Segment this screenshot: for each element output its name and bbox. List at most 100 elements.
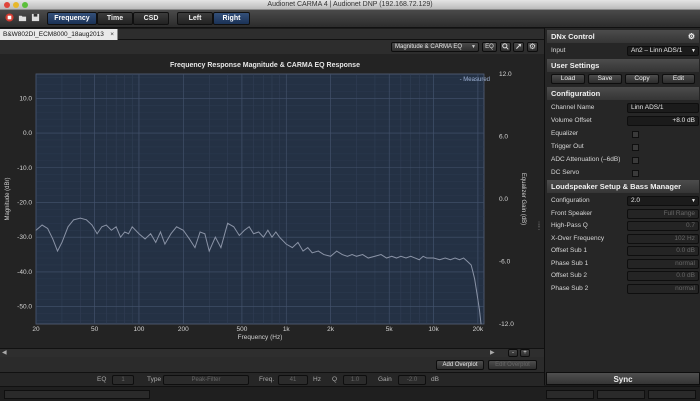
x-tick-label: 20k: [473, 326, 484, 333]
data-point: [285, 243, 287, 245]
loudspeaker-row-value: 0.7: [685, 222, 695, 229]
sync-button[interactable]: Sync: [546, 372, 700, 385]
edit-button[interactable]: Edit: [662, 74, 695, 84]
volume-offset-input[interactable]: +8.0 dB: [627, 116, 699, 126]
loudspeaker-row-field[interactable]: normal: [627, 258, 699, 269]
save-icon[interactable]: [30, 13, 40, 25]
loudspeaker-row-value: 0.0 dB: [676, 247, 695, 254]
dc-servo-checkbox[interactable]: [632, 170, 639, 177]
x-tick-label: 500: [236, 326, 247, 333]
search-icon[interactable]: [500, 42, 511, 52]
plot-toolbar: Magnitude & CARMA EQ ▼ EQ ⚙: [0, 40, 544, 54]
load-button[interactable]: Load: [551, 74, 585, 84]
y2-tick-label: 6.0: [499, 134, 508, 141]
channel-name-value: Linn ADS/1: [631, 104, 664, 111]
input-select[interactable]: An2 – Linn ADS/1 ▼: [627, 46, 699, 56]
data-point: [214, 236, 216, 238]
zoom-in-button[interactable]: +: [520, 349, 530, 357]
data-point: [101, 226, 103, 228]
panel-resize-handle[interactable]: ⋮ ⋮: [536, 222, 542, 231]
close-tab-icon[interactable]: ×: [110, 29, 114, 40]
eq-select[interactable]: 1: [112, 375, 134, 385]
chevron-down-icon: ▼: [691, 48, 696, 54]
loudspeaker-row-label: Phase Sub 2: [551, 284, 589, 292]
gear-icon[interactable]: ⚙: [527, 42, 538, 52]
data-point: [351, 254, 353, 255]
type-select[interactable]: Peak-Filter: [163, 375, 249, 385]
save-button[interactable]: Save: [588, 74, 622, 84]
data-point: [41, 224, 43, 226]
freq-input[interactable]: 41: [278, 375, 308, 385]
tab-label: B&W802DI_ECM8000_18aug2013: [3, 31, 104, 38]
loudspeaker-row-field[interactable]: 0.7: [627, 221, 699, 231]
status-field-3: [648, 390, 696, 399]
data-point: [170, 233, 172, 235]
left-channel-button[interactable]: Left: [177, 12, 213, 25]
data-point: [472, 271, 474, 273]
edit-overplot-button[interactable]: Edit Overplot: [488, 360, 537, 370]
scroll-left-icon[interactable]: ◀: [2, 349, 7, 356]
data-point: [182, 229, 184, 231]
data-point: [258, 231, 260, 233]
view-select-value: Magnitude & CARMA EQ: [395, 44, 463, 50]
eq-toggle-button[interactable]: EQ: [482, 42, 497, 52]
folder-icon[interactable]: [17, 13, 27, 25]
equalizer-label: Equalizer: [551, 130, 579, 137]
add-overplot-button[interactable]: Add Overplot: [436, 360, 484, 370]
data-point: [374, 255, 376, 257]
trigger-out-checkbox[interactable]: [632, 144, 639, 151]
gain-input[interactable]: -2.0: [398, 375, 426, 385]
q-input[interactable]: 1.0: [343, 375, 367, 385]
equalizer-checkbox[interactable]: [632, 131, 639, 138]
channel-name-input[interactable]: Linn ADS/1: [627, 103, 699, 113]
y-axis-label: Magnitude (dBr): [5, 177, 11, 220]
x-tick-label: 5k: [386, 326, 394, 333]
configuration-select[interactable]: 2.0 ▼: [627, 196, 699, 206]
loudspeaker-row-value: 2.0: [631, 197, 641, 204]
data-point: [459, 259, 460, 261]
data-point: [79, 217, 81, 219]
data-point: [253, 233, 254, 235]
y2-tick-label: -12.0: [499, 321, 514, 328]
input-label: Input: [551, 47, 566, 54]
adc-attenuation-checkbox[interactable]: [632, 157, 639, 164]
scroll-right-icon[interactable]: ▶: [490, 349, 495, 356]
stop-icon[interactable]: [4, 13, 14, 25]
measurement-tab[interactable]: B&W802DI_ECM8000_18aug2013 ×: [0, 29, 118, 40]
q-input-value: 1.0: [350, 377, 360, 383]
chevron-down-icon: ▼: [471, 44, 476, 50]
data-point: [400, 255, 402, 257]
q-label: Q: [332, 376, 338, 383]
zoom-icon[interactable]: [513, 42, 524, 52]
loudspeaker-row-field[interactable]: normal: [627, 283, 699, 294]
plot-background: [35, 73, 485, 325]
y-tick-label: 10.0: [19, 95, 32, 102]
frequency-response-chart[interactable]: Frequency Response Magnitude & CARMA EQ …: [0, 54, 544, 348]
data-point: [96, 233, 98, 235]
zoom-out-button[interactable]: -: [508, 349, 518, 357]
data-point: [362, 254, 364, 255]
loudspeaker-row-field[interactable]: 0.0 dB: [627, 246, 699, 256]
right-channel-button[interactable]: Right: [213, 12, 250, 25]
plot-area: Frequency Response Magnitude & CARMA EQ …: [0, 54, 544, 348]
channel-name-row: Channel Name Linn ADS/1: [551, 102, 699, 114]
frequency-button[interactable]: Frequency: [47, 12, 97, 25]
loudspeaker-row-field[interactable]: 102 Hz: [627, 233, 699, 244]
data-point: [396, 257, 397, 259]
loudspeaker-row-field[interactable]: 0.0 dB: [627, 271, 699, 281]
data-point: [115, 226, 117, 228]
user-settings-header: User Settings: [547, 59, 699, 72]
csd-button[interactable]: CSD: [133, 12, 169, 25]
data-point: [356, 255, 357, 257]
data-point: [52, 238, 54, 240]
horizontal-scrollbar[interactable]: ◀ ▶ - +: [0, 348, 544, 357]
data-point: [317, 250, 319, 252]
copy-button[interactable]: Copy: [625, 74, 659, 84]
view-select[interactable]: Magnitude & CARMA EQ ▼: [391, 42, 479, 52]
loudspeaker-row-field[interactable]: Full Range: [627, 208, 699, 219]
time-button[interactable]: Time: [97, 12, 133, 25]
type-label: Type: [147, 376, 162, 383]
data-point: [220, 247, 222, 249]
gear-icon[interactable]: ⚙: [688, 30, 695, 43]
y2-tick-label: -6.0: [499, 259, 511, 266]
